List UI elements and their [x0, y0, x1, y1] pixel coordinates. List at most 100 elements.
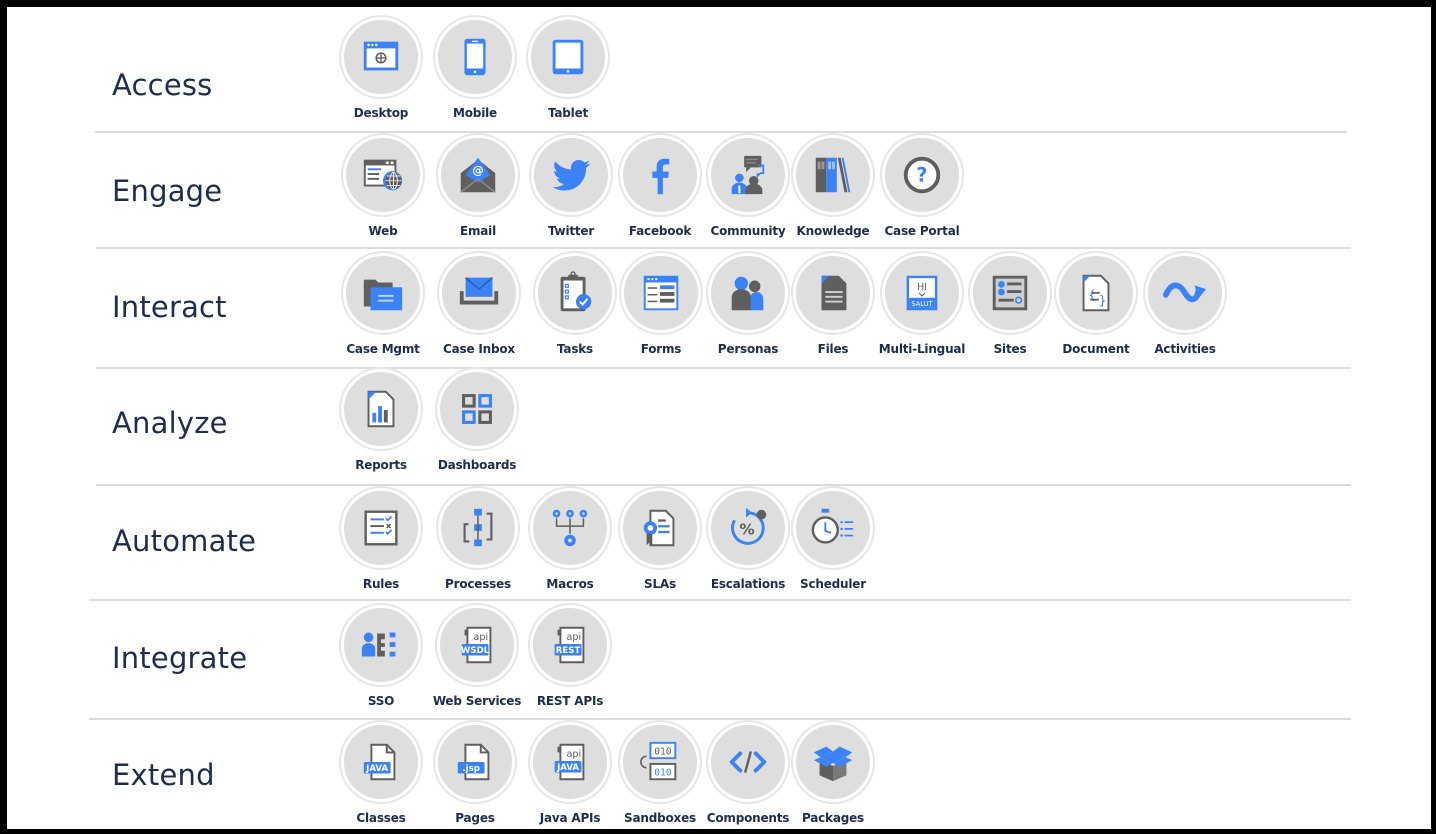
feature-tile-reports[interactable]: Reports: [333, 369, 429, 472]
feature-label: Rules: [362, 577, 400, 591]
facebook-icon: [652, 158, 670, 195]
feature-tile-rest-apis[interactable]: api REST REST APIs: [522, 605, 618, 708]
feature-icon-circle[interactable]: [1145, 253, 1225, 333]
feature-label: Java APIs: [539, 811, 601, 825]
feature-icon-circle[interactable]: [437, 369, 517, 449]
feature-tile-processes[interactable]: Processes: [430, 488, 526, 591]
feature-label: Reports: [355, 458, 407, 472]
feature-tile-multi-lingual[interactable]: HI SALUT Multi-Lingual: [874, 253, 970, 356]
feature-icon-circle[interactable]: [708, 135, 788, 215]
feature-tile-twitter[interactable]: Twitter: [523, 135, 619, 238]
feature-icon-circle[interactable]: .jsp: [435, 722, 515, 802]
feature-tile-sso[interactable]: SSO: [333, 605, 429, 708]
feature-icon-circle[interactable]: [621, 253, 701, 333]
mobile-phone-icon: [464, 38, 486, 76]
feature-label: Components: [706, 811, 790, 825]
feature-icon-circle[interactable]: %: [708, 488, 788, 568]
svg-text:%: %: [739, 521, 754, 539]
feature-tile-dashboards[interactable]: Dashboards: [429, 369, 525, 472]
feature-label: Sandboxes: [624, 811, 696, 825]
feature-label: SLAs: [644, 577, 676, 591]
translate-icon: HI SALUT: [906, 275, 938, 311]
feature-tile-facebook[interactable]: Facebook: [612, 135, 708, 238]
feature-icon-circle[interactable]: api REST: [530, 605, 610, 685]
feature-tile-web[interactable]: Web: [335, 135, 431, 238]
feature-icon-circle[interactable]: [435, 17, 515, 97]
feature-tile-files[interactable]: Files: [785, 253, 881, 356]
feature-label: Forms: [640, 342, 682, 356]
feature-tile-sites[interactable]: Sites: [962, 253, 1058, 356]
feature-tile-forms[interactable]: Forms: [613, 253, 709, 356]
feature-icon-circle[interactable]: [341, 488, 421, 568]
category-title: Access: [112, 68, 213, 102]
feature-icon-circle[interactable]: [439, 253, 519, 333]
feature-icon-circle[interactable]: [793, 253, 873, 333]
feature-tile-scheduler[interactable]: Scheduler: [785, 488, 881, 591]
feature-tile-personas[interactable]: Personas: [700, 253, 796, 356]
feature-icon-circle[interactable]: @: [438, 135, 518, 215]
feature-icon-circle[interactable]: [708, 253, 788, 333]
feature-tile-components[interactable]: Components: [700, 722, 796, 825]
svg-text:?: ?: [916, 164, 927, 187]
row-divider: [96, 367, 1351, 369]
feature-tile-case-mgmt[interactable]: Case Mgmt: [335, 253, 431, 356]
feature-tile-mobile[interactable]: Mobile: [427, 17, 523, 120]
feature-icon-circle[interactable]: [620, 488, 700, 568]
feature-icon-circle[interactable]: [343, 135, 423, 215]
report-chart-icon: [367, 390, 395, 428]
feature-tile-sandboxes[interactable]: 010 010 Sandboxes: [612, 722, 708, 825]
feature-tile-pages[interactable]: .jsp Pages: [427, 722, 523, 825]
feature-tile-desktop[interactable]: Desktop: [333, 17, 429, 120]
feature-icon-circle[interactable]: [531, 135, 611, 215]
row-divider: [89, 718, 1351, 720]
feature-icon-circle[interactable]: JAVA: [341, 722, 421, 802]
svg-text:SALUT: SALUT: [911, 300, 933, 308]
feature-icon-circle[interactable]: [343, 253, 423, 333]
feature-tile-community[interactable]: Community: [700, 135, 796, 238]
feature-icon-circle[interactable]: [528, 17, 608, 97]
feature-icon-circle[interactable]: [535, 253, 615, 333]
feature-icon-circle[interactable]: ?: [882, 135, 962, 215]
feature-tile-macros[interactable]: Macros: [522, 488, 618, 591]
feature-icon-circle[interactable]: [970, 253, 1050, 333]
api-java-icon: api JAVA: [554, 743, 585, 781]
feature-tile-activities[interactable]: Activities: [1137, 253, 1233, 356]
feature-label: Desktop: [353, 106, 409, 120]
feature-label: Case Inbox: [443, 342, 515, 356]
category-title: Integrate: [112, 641, 248, 675]
feature-icon-circle[interactable]: [438, 488, 518, 568]
feature-icon-circle[interactable]: [793, 135, 873, 215]
feature-tile-slas[interactable]: SLAs: [612, 488, 708, 591]
feature-tile-tasks[interactable]: Tasks: [527, 253, 623, 356]
feature-icon-circle[interactable]: [620, 135, 700, 215]
feature-tile-java-apis[interactable]: api JAVA Java APIs: [522, 722, 618, 825]
feature-label: Activities: [1154, 342, 1216, 356]
inbox-icon: [459, 277, 499, 305]
feature-tile-packages[interactable]: Packages: [785, 722, 881, 825]
sandbox-binary-icon: 010 010: [640, 741, 677, 781]
feature-tile-email[interactable]: @ Email: [430, 135, 526, 238]
feature-tile-case-portal[interactable]: ? Case Portal: [874, 135, 970, 238]
feature-icon-circle[interactable]: [341, 605, 421, 685]
feature-tile-knowledge[interactable]: Knowledge: [785, 135, 881, 238]
feature-icon-circle[interactable]: 010 010: [620, 722, 700, 802]
feature-tile-rules[interactable]: Rules: [333, 488, 429, 591]
feature-icon-circle[interactable]: [708, 722, 788, 802]
code-brackets-icon: [729, 751, 767, 773]
feature-icon-circle[interactable]: {}: [1056, 253, 1136, 333]
feature-icon-circle[interactable]: [793, 722, 873, 802]
feature-tile-escalations[interactable]: % Escalations: [700, 488, 796, 591]
feature-icon-circle[interactable]: api JAVA: [530, 722, 610, 802]
feature-icon-circle[interactable]: HI SALUT: [882, 253, 962, 333]
feature-icon-circle[interactable]: api WSDL: [437, 605, 517, 685]
feature-icon-circle[interactable]: [530, 488, 610, 568]
feature-icon-circle[interactable]: [341, 17, 421, 97]
document-code-icon: {}: [1082, 274, 1110, 312]
feature-icon-circle[interactable]: [341, 369, 421, 449]
feature-icon-circle[interactable]: [793, 488, 873, 568]
feature-tile-classes[interactable]: JAVA Classes: [333, 722, 429, 825]
feature-tile-web-services[interactable]: api WSDL Web Services: [429, 605, 525, 708]
feature-tile-tablet[interactable]: Tablet: [520, 17, 616, 120]
feature-tile-document[interactable]: {} Document: [1048, 253, 1144, 356]
feature-tile-case-inbox[interactable]: Case Inbox: [431, 253, 527, 356]
